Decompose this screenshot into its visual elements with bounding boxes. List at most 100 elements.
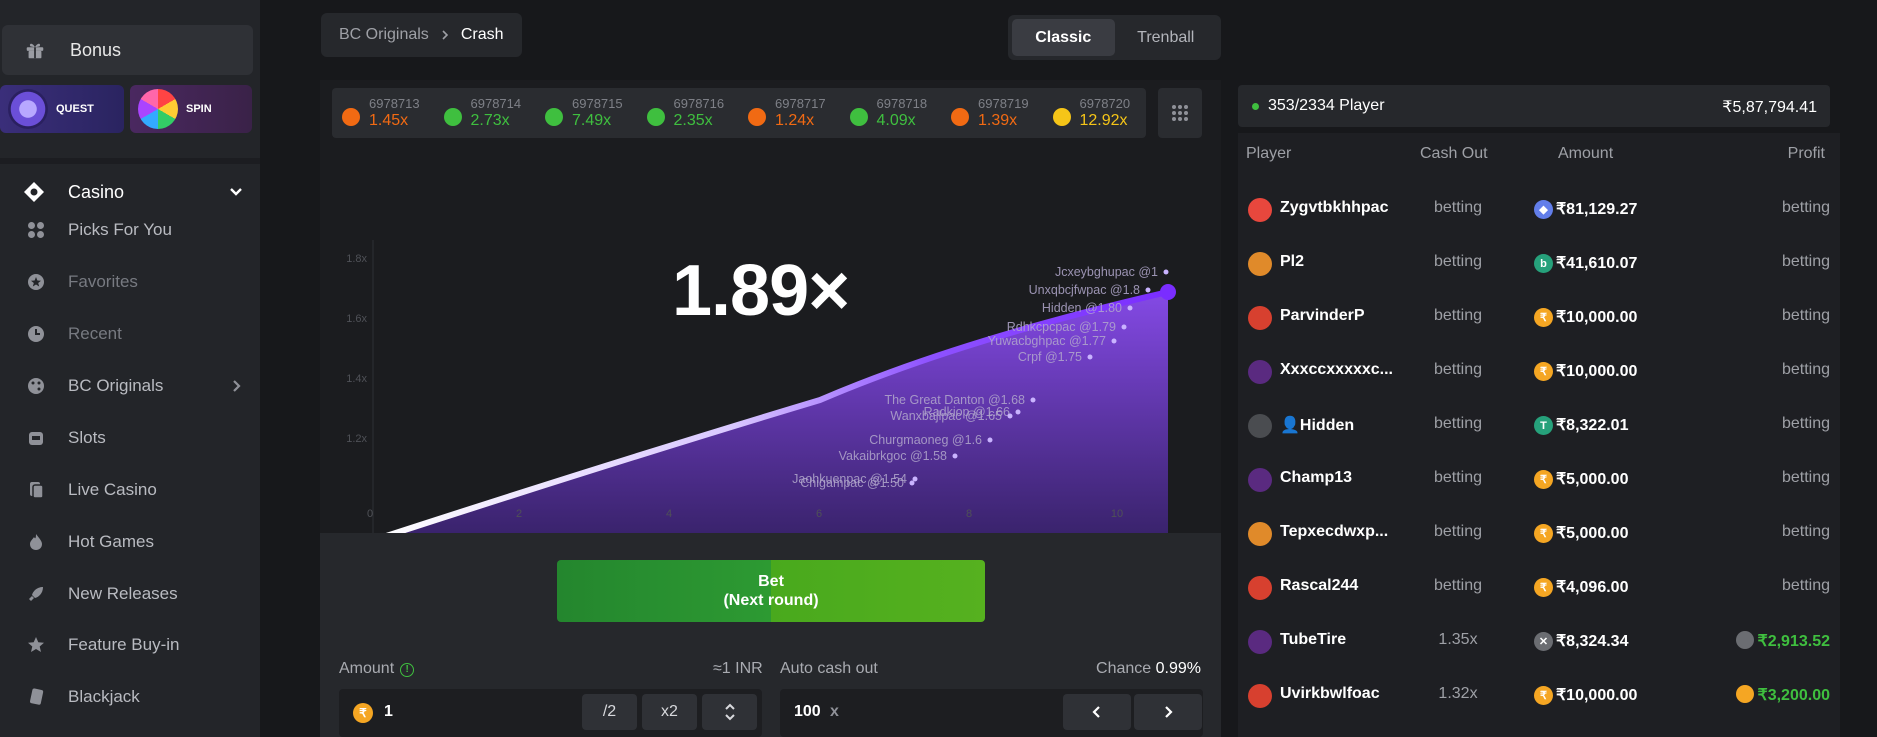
amount-label: Amount [339, 660, 395, 677]
avatar[interactable] [1248, 468, 1272, 492]
round-multiplier: 7.49x [572, 112, 612, 129]
history-grid-button[interactable] [1158, 88, 1202, 138]
curve-head [1160, 284, 1176, 300]
table-row[interactable]: Pl2 betting b ₹41,610.07 betting [1238, 236, 1840, 290]
flame-icon [26, 532, 46, 552]
cashout-value: betting [1433, 523, 1483, 540]
table-row[interactable]: Xxxccxxxxxc... betting ₹ ₹10,000.00 betting [1238, 344, 1840, 398]
double-button[interactable]: x2 [642, 694, 697, 730]
sidebar-item-live-casino[interactable]: Live Casino [0, 470, 260, 510]
avatar[interactable] [1248, 576, 1272, 600]
player-name[interactable]: Xxxccxxxxxc... [1280, 361, 1400, 379]
amount-stepper[interactable] [702, 694, 757, 730]
sidebar-item-feature-buy-in[interactable]: Feature Buy-in [0, 625, 260, 665]
table-row[interactable]: Uvirkbwlfoac 1.32x ₹ ₹10,000.00 ₹3,200.00 [1238, 668, 1840, 722]
breadcrumb-current: Crash [460, 26, 504, 43]
sidebar-item-blackjack[interactable]: Blackjack [0, 677, 260, 717]
avatar[interactable] [1248, 360, 1272, 384]
nav-casino[interactable]: Casino [0, 170, 260, 214]
table-row[interactable]: Rascal244 betting ₹ ₹4,096.00 betting [1238, 560, 1840, 614]
x-coin-icon: ✕ [1534, 632, 1553, 651]
table-row[interactable]: Champ13 betting ₹ ₹5,000.00 betting [1238, 452, 1840, 506]
round-id: 6978715 [572, 96, 623, 111]
chevron-right-icon [233, 380, 241, 392]
sidebar-item-bc-originals[interactable]: BC Originals [0, 366, 260, 406]
quest-button[interactable]: QUEST [0, 85, 124, 133]
player-name[interactable]: Pl2 [1280, 253, 1400, 271]
bet-panel: Bet (Next round) Amount! ≈1 INR Auto cas… [320, 533, 1221, 737]
sidebar-item-label: Favorites [68, 272, 138, 291]
up-down-icon [724, 703, 735, 721]
history-item[interactable]: 6978716 2.35x [646, 95, 747, 133]
gift-icon [26, 43, 44, 59]
dice-icon [26, 376, 46, 396]
history-item[interactable]: 6978715 7.49x [545, 95, 645, 133]
breadcrumb: BC Originals Crash [321, 13, 522, 57]
sidebar-item-recent[interactable]: Recent [0, 314, 260, 354]
col-cashout: Cash Out [1420, 145, 1488, 162]
info-icon[interactable]: ! [400, 663, 415, 677]
table-row[interactable]: TubeTire 1.35x ✕ ₹8,324.34 ₹2,913.52 [1238, 614, 1840, 668]
sidebar-item-favorites[interactable]: Favorites [0, 262, 260, 302]
round-multiplier: 1.45x [369, 112, 409, 129]
history-item[interactable]: 6978714 2.73x [443, 95, 544, 133]
table-row[interactable]: ParvinderP betting ₹ ₹10,000.00 betting [1238, 290, 1840, 344]
player-name[interactable]: Rascal244 [1280, 577, 1400, 595]
player-name[interactable]: Tepxecdwxp... [1280, 523, 1400, 541]
round-history: 6978713 1.45x 6978714 2.73x 6978715 7.49x 6978… [332, 88, 1146, 138]
profit-value: betting [1781, 253, 1830, 270]
inr-hint: ≈1 INR [713, 660, 763, 677]
avatar[interactable] [1248, 252, 1272, 276]
cashout-dot [909, 480, 915, 486]
player-count: 353/2334 Player [1268, 97, 1385, 114]
chevron-left-icon [1092, 706, 1100, 718]
avatar[interactable] [1248, 414, 1272, 438]
avatar[interactable] [1248, 522, 1272, 546]
increase-button[interactable] [1134, 694, 1202, 730]
history-item[interactable]: 6978713 1.45x [342, 95, 442, 133]
round-multiplier: 12.92x [1079, 112, 1128, 129]
player-name[interactable]: TubeTire [1280, 631, 1400, 649]
player-name[interactable]: Zygvtbkhhpac [1280, 199, 1400, 217]
breadcrumb-parent[interactable]: BC Originals [339, 26, 429, 44]
player-name[interactable]: 👤Hidden [1280, 415, 1400, 435]
player-name[interactable]: ParvinderP [1280, 307, 1400, 325]
tab-classic[interactable]: Classic [1012, 19, 1115, 56]
star-icon [26, 272, 46, 292]
cards-icon [26, 480, 46, 500]
decrease-button[interactable] [1063, 694, 1131, 730]
cashout-label: Unxqbcjfwpac @1.8 [1029, 283, 1140, 297]
amount-field[interactable]: ₹ 1 /2 x2 [339, 689, 762, 737]
avatar[interactable] [1248, 306, 1272, 330]
history-item[interactable]: 6978720 12.92x [1052, 95, 1153, 133]
bet-button[interactable]: Bet (Next round) [557, 560, 985, 622]
avatar[interactable] [1248, 684, 1272, 708]
chevron-right-icon [1165, 706, 1173, 718]
table-row[interactable]: 👤Hidden betting T ₹8,322.01 betting [1238, 398, 1840, 452]
history-item[interactable]: 6978719 1.39x [951, 95, 1051, 133]
sidebar-item-hot-games[interactable]: Hot Games [0, 522, 260, 562]
sidebar-item-label: Slots [68, 428, 106, 447]
tab-trenball[interactable]: Trenball [1115, 19, 1218, 56]
profit-value: betting [1781, 523, 1830, 540]
x-tick-label: 4 [666, 508, 672, 520]
sidebar-item-new-releases[interactable]: New Releases [0, 574, 260, 614]
profit-value: ₹2,913.52 [1735, 631, 1830, 651]
bonus-button[interactable]: Bonus [2, 25, 253, 75]
spin-button[interactable]: SPIN [130, 85, 252, 133]
auto-cashout-field[interactable]: 100 x [780, 689, 1203, 737]
player-name[interactable]: Champ13 [1280, 469, 1400, 487]
avatar[interactable] [1248, 198, 1272, 222]
half-button[interactable]: /2 [582, 694, 637, 730]
status-dot [342, 108, 360, 126]
player-name[interactable]: Uvirkbwlfoac [1280, 685, 1400, 703]
sidebar-item-slots[interactable]: Slots [0, 418, 260, 458]
avatar[interactable] [1248, 630, 1272, 654]
table-row[interactable]: Tepxecdwxp... betting ₹ ₹5,000.00 betting [1238, 506, 1840, 560]
cashout-label: Wanxbajlpac @1.65 [890, 409, 1002, 423]
history-item[interactable]: 6978718 4.09x [849, 95, 950, 133]
sidebar-item-picks-for-you[interactable]: Picks For You [0, 210, 260, 250]
table-row[interactable]: Zygvtbkhhpac betting ◆ ₹81,129.27 betting [1238, 182, 1840, 236]
history-item[interactable]: 6978717 1.24x [748, 95, 848, 133]
status-dot [849, 108, 868, 126]
